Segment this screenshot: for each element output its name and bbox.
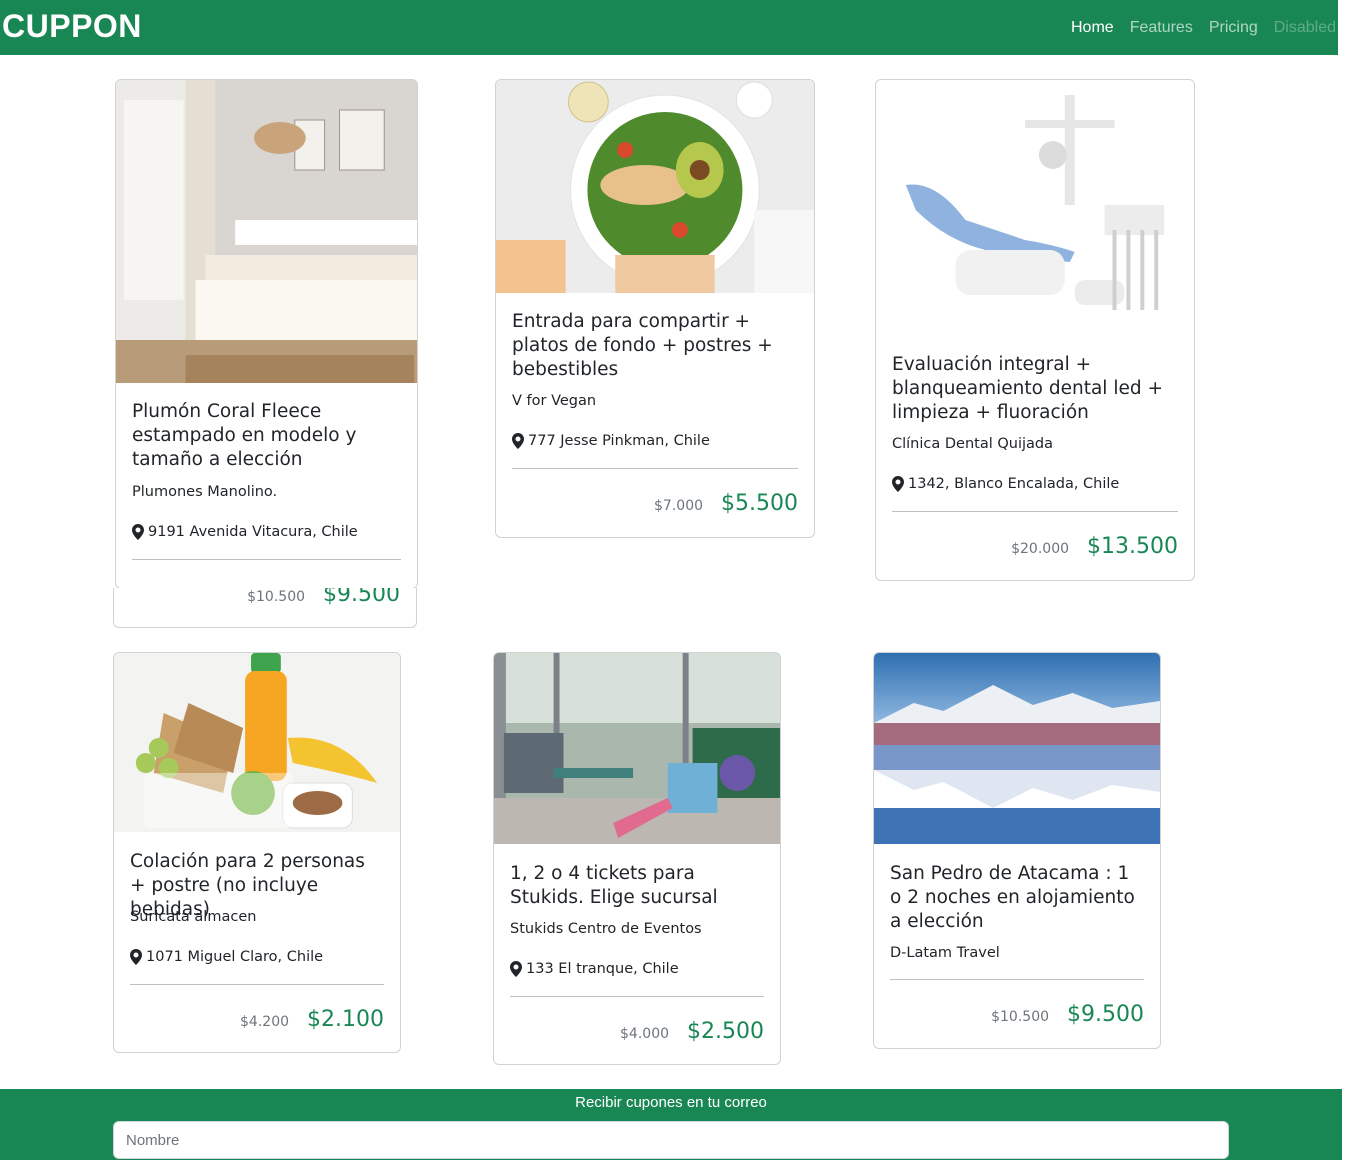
deal-title[interactable]: Evaluación integral + blanqueamiento den… [892, 353, 1178, 425]
deal-old-price: $7.000 [654, 498, 704, 514]
deal-title[interactable]: San Pedro de Atacama : 1 o 2 noches en a… [890, 862, 1144, 934]
deal-card[interactable]: Entrada para compartir + platos de fondo… [495, 79, 815, 538]
deal-location: 1342, Blanco Encalada, Chile [892, 474, 1178, 494]
deal-old-price: $4.200 [240, 1014, 290, 1030]
deal-prices: $10.500 $9.500 [991, 1002, 1144, 1027]
name-input[interactable] [113, 1121, 1229, 1159]
deal-image-salad-bowl [496, 80, 814, 293]
deal-address: 1071 Miguel Claro, Chile [146, 949, 324, 965]
divider [510, 996, 764, 997]
deal-location: 1071 Miguel Claro, Chile [130, 947, 384, 967]
deal-merchant: V for Vegan [512, 393, 597, 409]
divider [892, 511, 1178, 512]
divider [512, 468, 798, 469]
deal-merchant: Plumones Manolino. [132, 484, 278, 500]
deal-image-bedroom [116, 80, 417, 383]
newsletter-footer: Recibir cupones en tu correo [0, 1089, 1342, 1160]
nav-home-link[interactable]: Home [1071, 18, 1114, 38]
deal-merchant: Suricata almacen [130, 909, 257, 925]
brand-logo[interactable]: CUPPON [2, 6, 142, 46]
map-pin-icon [132, 524, 144, 540]
deal-address: 777 Jesse Pinkman, Chile [528, 433, 710, 449]
deal-merchant: Clínica Dental Quijada [892, 436, 1053, 452]
deal-new-price: $2.500 [687, 1019, 764, 1044]
nav-pricing-link[interactable]: Pricing [1209, 18, 1258, 38]
deal-title[interactable]: 1, 2 o 4 tickets para Stukids. Elige suc… [510, 862, 764, 910]
deal-card[interactable]: Evaluación integral + blanqueamiento den… [875, 79, 1195, 581]
map-pin-icon [892, 476, 904, 492]
deal-image-kids-play-area [494, 653, 780, 844]
deal-new-price: $5.500 [721, 491, 798, 516]
deal-card[interactable]: San Pedro de Atacama : 1 o 2 noches en a… [873, 652, 1161, 1049]
deal-prices: $7.000 $5.500 [654, 491, 798, 516]
nav-features-link[interactable]: Features [1130, 18, 1193, 38]
deal-title[interactable]: Plumón Coral Fleece estampado en modelo … [132, 400, 401, 472]
deal-old-price: $20.000 [1011, 541, 1070, 557]
deal-old-price: $4.000 [620, 1026, 670, 1042]
deal-location: 133 El tranque, Chile [510, 959, 764, 979]
deal-new-price: $2.100 [307, 1007, 384, 1032]
divider [132, 559, 401, 560]
deal-image-atacama-lagoon [874, 653, 1160, 844]
deal-card[interactable]: Plumón Coral Fleece estampado en modelo … [115, 79, 418, 589]
deal-prices: $20.000 $13.500 [1011, 534, 1178, 559]
deal-new-price: $9.500 [1067, 1002, 1144, 1027]
navbar: CUPPON Home Features Pricing Disabled [0, 0, 1338, 55]
deal-prices: $4.000 $2.500 [620, 1019, 764, 1044]
map-pin-icon [510, 961, 522, 977]
divider [130, 984, 384, 985]
map-pin-icon [512, 433, 524, 449]
map-pin-icon [130, 949, 142, 965]
deal-card[interactable]: Colación para 2 personas + postre (no in… [113, 652, 401, 1053]
deal-new-price: $9.500 [323, 588, 400, 607]
deal-card[interactable]: 1, 2 o 4 tickets para Stukids. Elige suc… [493, 652, 781, 1065]
deal-old-price: $10.500 [247, 589, 306, 605]
deal-title[interactable]: Entrada para compartir + platos de fondo… [512, 310, 798, 382]
deal-merchant: D-Latam Travel [890, 945, 1000, 961]
deal-address: 9191 Avenida Vitacura, Chile [148, 524, 358, 540]
deal-address: 133 El tranque, Chile [526, 961, 679, 977]
deal-image-lunch-box [114, 653, 400, 832]
nav-links: Home Features Pricing Disabled [1071, 18, 1336, 38]
deal-prices: $4.200 $2.100 [240, 1007, 384, 1032]
deal-new-price: $13.500 [1087, 534, 1178, 559]
nav-disabled-link: Disabled [1273, 19, 1336, 36]
deal-old-price: $10.500 [991, 1009, 1050, 1025]
deal-location: 777 Jesse Pinkman, Chile [512, 431, 798, 451]
divider [890, 979, 1144, 980]
deal-card-price-panel: $10.500 $9.500 [113, 588, 417, 628]
deal-image-dental-chair [876, 80, 1194, 336]
deal-merchant: Stukids Centro de Eventos [510, 921, 702, 937]
deal-prices: $10.500 $9.500 [247, 588, 400, 607]
newsletter-heading: Recibir cupones en tu correo [575, 1094, 767, 1111]
deal-location: 9191 Avenida Vitacura, Chile [132, 522, 401, 542]
deal-address: 1342, Blanco Encalada, Chile [908, 476, 1120, 492]
